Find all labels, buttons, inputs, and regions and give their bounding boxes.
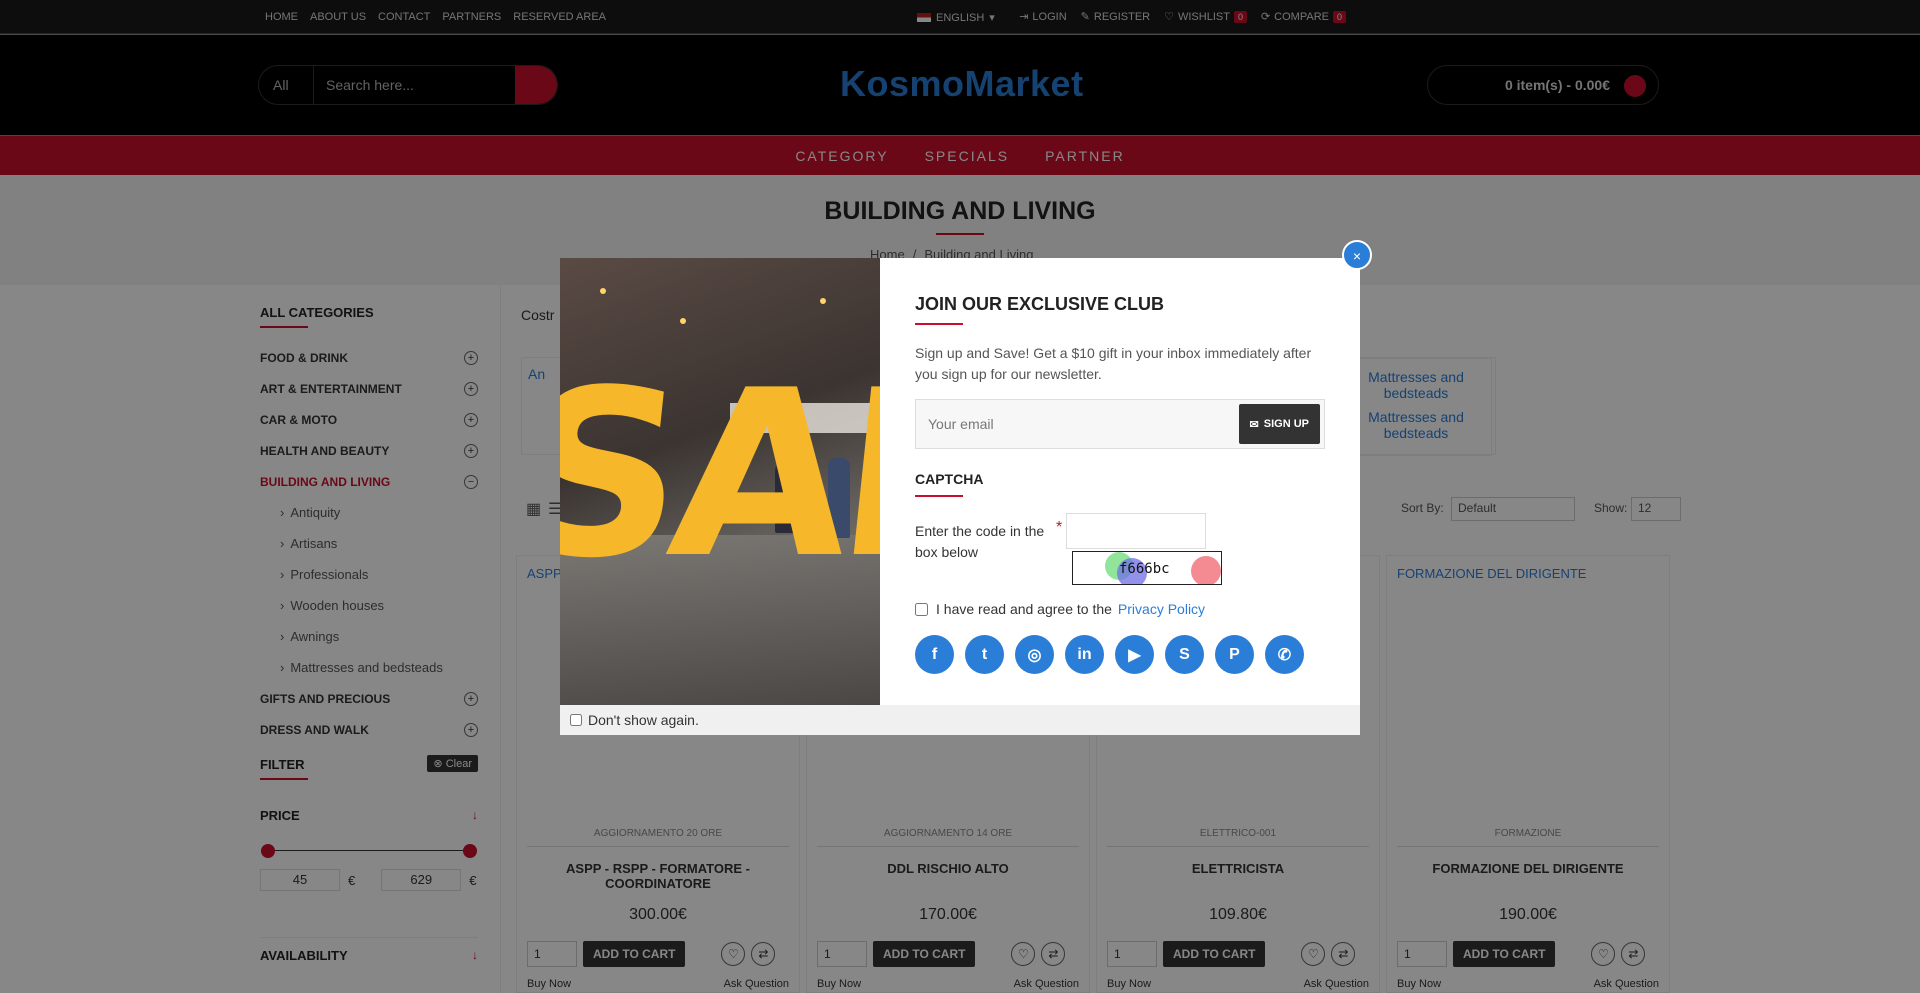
agree-text: I have read and agree to the: [936, 601, 1112, 617]
sale-photo: SALE: [560, 258, 880, 705]
captcha-input[interactable]: [1066, 513, 1206, 549]
skype-icon[interactable]: S: [1165, 635, 1204, 674]
bokeh-light: [680, 318, 686, 324]
captcha-label: Enter the code in the box below: [915, 523, 1045, 560]
dont-show-checkbox[interactable]: [570, 714, 582, 726]
dont-show-label: Don't show again.: [588, 712, 699, 728]
newsletter-popup: SALE JOIN OUR EXCLUSIVE CLUB Sign up and…: [560, 258, 1360, 735]
title-underline: [915, 323, 963, 325]
captcha-underline: [915, 495, 963, 497]
captcha-heading: CAPTCHA: [915, 471, 984, 487]
envelope-icon: ✉: [1249, 418, 1259, 431]
signup-button[interactable]: ✉ SIGN UP: [1238, 404, 1320, 444]
linkedin-icon[interactable]: in: [1065, 635, 1104, 674]
bokeh-light: [600, 288, 606, 294]
bokeh-light: [820, 298, 826, 304]
facebook-icon[interactable]: f: [915, 635, 954, 674]
newsletter-form: JOIN OUR EXCLUSIVE CLUB Sign up and Save…: [915, 294, 1335, 674]
popup-description: Sign up and Save! Get a $10 gift in your…: [915, 345, 1312, 382]
youtube-icon[interactable]: ▶: [1115, 635, 1154, 674]
email-placeholder: Your email: [928, 416, 994, 432]
captcha-code: f666bc: [1119, 561, 1170, 577]
privacy-checkbox[interactable]: [915, 602, 928, 616]
close-icon[interactable]: ×: [1342, 240, 1372, 270]
captcha-image: f666bc: [1072, 551, 1222, 585]
privacy-policy-link[interactable]: Privacy Policy: [1118, 601, 1205, 617]
captcha-row: Enter the code in the box below * f666bc: [915, 513, 1335, 593]
whatsapp-icon[interactable]: ✆: [1265, 635, 1304, 674]
sale-sign: SALE: [560, 354, 880, 604]
email-field[interactable]: Your email ✉ SIGN UP: [915, 399, 1325, 449]
social-links: f t ◎ in ▶ S P ✆: [915, 635, 1335, 674]
captcha-noise: [1191, 556, 1221, 584]
signup-label: SIGN UP: [1263, 418, 1309, 430]
sale-text: SALE: [560, 354, 880, 604]
privacy-agreement: I have read and agree to the Privacy Pol…: [915, 601, 1335, 617]
popup-footer: Don't show again.: [560, 705, 1360, 735]
popup-title: JOIN OUR EXCLUSIVE CLUB: [915, 294, 1165, 314]
pinterest-icon[interactable]: P: [1215, 635, 1254, 674]
instagram-icon[interactable]: ◎: [1015, 635, 1054, 674]
twitter-icon[interactable]: t: [965, 635, 1004, 674]
required-mark: *: [1056, 519, 1063, 536]
